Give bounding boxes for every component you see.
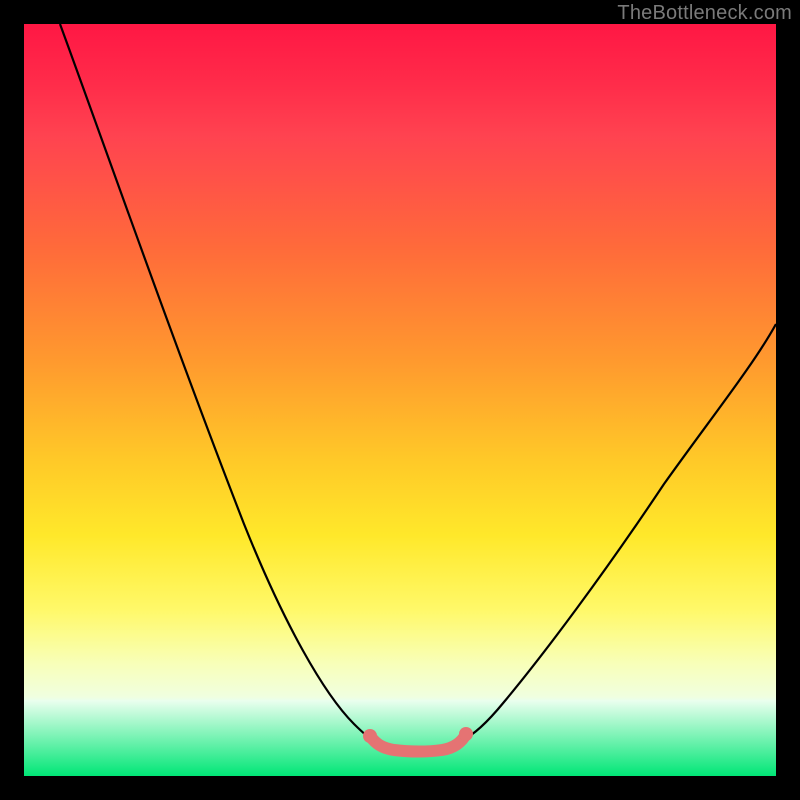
flat-bottom-segment <box>370 734 466 752</box>
flat-bottom-right-dot <box>459 727 473 741</box>
watermark-text: TheBottleneck.com <box>617 2 792 25</box>
curve-overlay <box>24 24 776 776</box>
right-curve <box>462 324 776 740</box>
flat-bottom-left-dot <box>363 729 377 743</box>
chart-container: TheBottleneck.com <box>0 0 800 800</box>
left-curve <box>60 24 376 742</box>
plot-area <box>24 24 776 776</box>
